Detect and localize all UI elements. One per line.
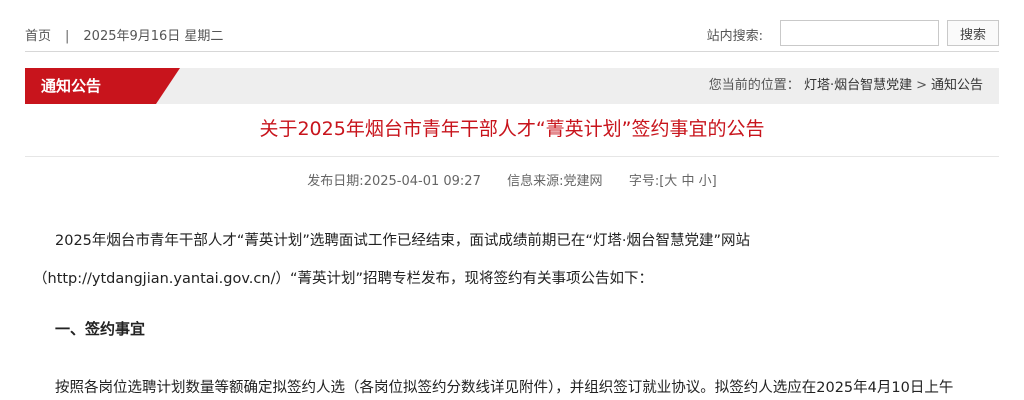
current-date: 2025年9月16日 星期二 xyxy=(83,29,224,44)
top-left-info: 首页 | 2025年9月16日 星期二 xyxy=(25,25,223,44)
top-separator: | xyxy=(65,29,70,44)
breadcrumb-link-site[interactable]: 灯塔·烟台智慧党建 xyxy=(804,78,912,93)
source-value: 党建网 xyxy=(563,174,603,189)
home-link[interactable]: 首页 xyxy=(25,29,51,44)
section-tab-notices: 通知公告 xyxy=(25,68,180,104)
font-size-large-link[interactable]: 大 xyxy=(664,174,677,189)
title-divider xyxy=(25,156,999,157)
article-content: 2025年烟台市青年干部人才“菁英计划”选聘面试工作已经结束，面试成绩前期已在“… xyxy=(25,222,999,396)
source-label: 信息来源: xyxy=(507,174,564,189)
intro-line-1: 2025年烟台市青年干部人才“菁英计划”选聘面试工作已经结束，面试成绩前期已在“… xyxy=(55,233,751,249)
search-label: 站内搜索: xyxy=(706,29,763,44)
article-title: 关于2025年烟台市青年干部人才“菁英计划”签约事宜的公告 xyxy=(259,118,765,140)
intro-line-2: （http://ytdangjian.yantai.gov.cn/）“菁英计划”… xyxy=(33,271,653,287)
breadcrumb-link-notices[interactable]: 通知公告 xyxy=(931,78,983,93)
breadcrumb-location-label: 您当前的位置： xyxy=(708,78,800,93)
article-paragraph-signing: 按照各岗位选聘计划数量等额确定拟签约人选（各岗位拟签约分数线详见附件），并组织签… xyxy=(55,380,954,396)
breadcrumb-separator: > xyxy=(916,78,927,93)
font-size-medium-link[interactable]: 中 xyxy=(681,174,694,189)
top-bar: 首页 | 2025年9月16日 星期二 站内搜索: 搜索 xyxy=(25,18,999,52)
font-size-label: 字号: xyxy=(628,174,660,189)
article-paragraph-intro: 2025年烟台市青年干部人才“菁英计划”选聘面试工作已经结束，面试成绩前期已在“… xyxy=(25,222,999,298)
publish-date-label: 发布日期: xyxy=(307,174,364,189)
publish-date: 2025-04-01 09:27 xyxy=(363,174,481,189)
search-input[interactable] xyxy=(780,20,939,46)
font-size-small-link[interactable]: 小 xyxy=(699,174,712,189)
section-header-bar: 通知公告 您当前的位置： 灯塔·烟台智慧党建 > 通知公告 xyxy=(25,68,999,104)
breadcrumb: 您当前的位置： 灯塔·烟台智慧党建 > 通知公告 xyxy=(709,68,983,104)
font-size-bracket-close: ] xyxy=(711,174,717,189)
search-button[interactable]: 搜索 xyxy=(947,20,999,46)
section-heading-signing: 一、签约事宜 xyxy=(55,320,146,338)
article-meta: 发布日期:2025-04-01 09:27 信息来源:党建网 字号:[大 中 小… xyxy=(25,170,999,189)
